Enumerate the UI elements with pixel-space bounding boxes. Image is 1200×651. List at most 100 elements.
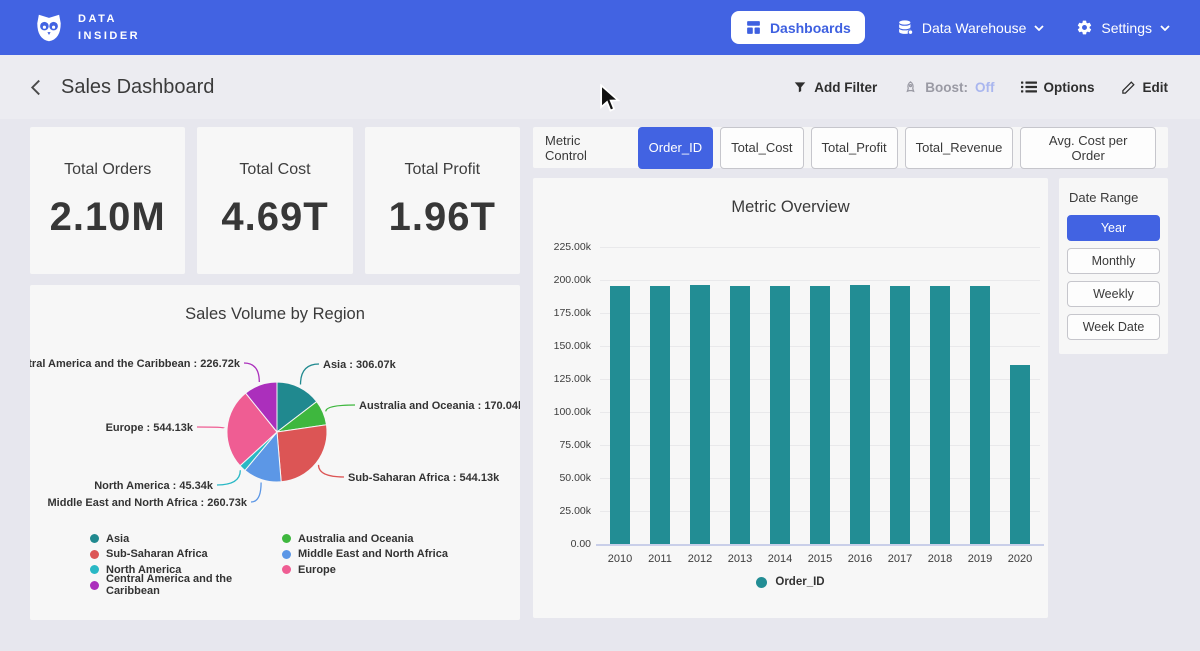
legend-dot [756, 577, 767, 588]
bar-chart-legend[interactable]: Order_ID [533, 576, 1048, 588]
x-axis-tick: 2016 [840, 553, 880, 565]
kpi-label: Total Cost [239, 161, 310, 179]
navbar-menu: Dashboards Data Warehouse Settings [731, 11, 1170, 44]
bar-2018[interactable] [930, 286, 950, 544]
boost-value: Off [975, 80, 995, 95]
settings-menu[interactable]: Settings [1076, 19, 1170, 36]
kpi-value: 2.10M [50, 195, 166, 240]
pie-label-leader [301, 364, 320, 385]
gridline [600, 280, 1040, 281]
metric-option-total-cost[interactable]: Total_Cost [720, 127, 803, 169]
date-range-option-monthly[interactable]: Monthly [1067, 248, 1160, 274]
page-title: Sales Dashboard [61, 76, 793, 99]
pie-slice-sub-saharan-africa[interactable] [277, 425, 327, 482]
x-axis-tick: 2012 [680, 553, 720, 565]
rocket-icon [903, 80, 918, 95]
legend-label: Europe [298, 564, 336, 576]
bar-2020[interactable] [1010, 365, 1030, 544]
bar-2016[interactable] [850, 285, 870, 544]
legend-dot [90, 565, 99, 574]
x-axis-tick: 2018 [920, 553, 960, 565]
gear-icon [1076, 19, 1093, 36]
pie-legend: AsiaSub-Saharan AfricaNorth AmericaCentr… [90, 531, 448, 593]
header-toolbar: Add Filter Boost: Off Options Edit [793, 80, 1168, 95]
bar-2011[interactable] [650, 286, 670, 544]
date-range-option-weekly[interactable]: Weekly [1067, 281, 1160, 307]
bar-chart: 0.0025.00k50.00k75.00k100.00k125.00k150.… [533, 178, 1048, 618]
edit-label: Edit [1143, 80, 1169, 95]
x-axis-tick: 2011 [640, 553, 680, 565]
x-axis-tick: 2014 [760, 553, 800, 565]
chevron-left-icon [30, 79, 41, 96]
pie-slice-label: Sub-Saharan Africa : 544.13k [348, 472, 500, 484]
top-navbar: DATA INSIDER Dashboards Data Warehouse [0, 0, 1200, 55]
brand-line2: INSIDER [78, 28, 140, 45]
x-axis-line [596, 544, 1044, 546]
y-axis-tick: 175.00k [533, 307, 591, 319]
kpi-value: 4.69T [221, 195, 328, 240]
add-filter-button[interactable]: Add Filter [793, 80, 877, 95]
y-axis-tick: 0.00 [533, 538, 591, 550]
legend-item-australia-and-oceania[interactable]: Australia and Oceania [282, 531, 448, 547]
legend-item-asia[interactable]: Asia [90, 531, 282, 547]
bar-2012[interactable] [690, 285, 710, 544]
y-axis-tick: 200.00k [533, 274, 591, 286]
dashboards-grid-icon [745, 19, 762, 36]
legend-dot [282, 565, 291, 574]
bar-2010[interactable] [610, 286, 630, 544]
legend-item-central-america-and-the-caribbean[interactable]: Central America and the Caribbean [90, 578, 282, 594]
metric-option-total-profit[interactable]: Total_Profit [811, 127, 898, 169]
data-warehouse-menu[interactable]: Data Warehouse [897, 19, 1045, 36]
metric-option-order-id[interactable]: Order_ID [638, 127, 713, 169]
legend-item-middle-east-and-north-africa[interactable]: Middle East and North Africa [282, 547, 448, 563]
y-axis-tick: 100.00k [533, 406, 591, 418]
add-filter-label: Add Filter [814, 80, 877, 95]
metric-option-avg-cost-per-order[interactable]: Avg. Cost per Order [1020, 127, 1156, 169]
boost-label: Boost: [925, 80, 968, 95]
y-axis-tick: 225.00k [533, 241, 591, 253]
legend-item-sub-saharan-africa[interactable]: Sub-Saharan Africa [90, 547, 282, 563]
back-button[interactable] [28, 77, 43, 98]
legend-dot [90, 581, 99, 590]
bar-2014[interactable] [770, 286, 790, 544]
brand-line1: DATA [78, 11, 140, 28]
x-axis-tick: 2019 [960, 553, 1000, 565]
dashboards-button[interactable]: Dashboards [731, 11, 865, 44]
bar-chart-card: Metric Overview 0.0025.00k50.00k75.00k10… [533, 178, 1048, 618]
bar-2019[interactable] [970, 286, 990, 544]
legend-column: Australia and Oceania Middle East and Nor… [282, 531, 448, 593]
date-range-option-year[interactable]: Year [1067, 215, 1160, 241]
database-icon [897, 19, 914, 36]
page-header: Sales Dashboard Add Filter Boost: Off Op… [0, 55, 1200, 119]
bar-2017[interactable] [890, 286, 910, 544]
legend-label: Asia [106, 533, 129, 545]
metric-option-total-revenue[interactable]: Total_Revenue [905, 127, 1014, 169]
edit-button[interactable]: Edit [1121, 80, 1169, 95]
date-range-panel: Date Range Year Monthly Weekly Week Date [1059, 178, 1168, 354]
date-range-label: Date Range [1069, 190, 1160, 205]
pie-slice-label: Central America and the Caribbean : 226.… [30, 358, 241, 370]
legend-label: Middle East and North Africa [298, 548, 448, 560]
pie-label-leader [217, 470, 240, 485]
right-lower: Metric Overview 0.0025.00k50.00k75.00k10… [533, 178, 1168, 618]
options-button[interactable]: Options [1021, 80, 1095, 95]
data-warehouse-label: Data Warehouse [922, 20, 1027, 36]
legend-column: AsiaSub-Saharan AfricaNorth AmericaCentr… [90, 531, 282, 593]
owl-logo-icon [30, 9, 68, 47]
legend-dot [90, 550, 99, 559]
x-axis-tick: 2013 [720, 553, 760, 565]
bar-2013[interactable] [730, 286, 750, 544]
pie-slice-label: Europe : 544.13k [106, 422, 194, 434]
bar-2015[interactable] [810, 286, 830, 544]
pie-chart-card: Sales Volume by Region Asia : 306.07kAus… [30, 285, 520, 620]
date-range-option-week-date[interactable]: Week Date [1067, 314, 1160, 340]
kpi-label: Total Profit [405, 161, 481, 179]
legend-label: Australia and Oceania [298, 533, 414, 545]
y-axis-tick: 25.00k [533, 505, 591, 517]
legend-item-europe[interactable]: Europe [282, 562, 448, 578]
pie-slice-label: Asia : 306.07k [323, 359, 397, 371]
metric-control-label: Metric Control [545, 133, 626, 163]
boost-toggle[interactable]: Boost: Off [903, 80, 994, 95]
x-axis-tick: 2015 [800, 553, 840, 565]
pie-label-leader [251, 483, 261, 503]
